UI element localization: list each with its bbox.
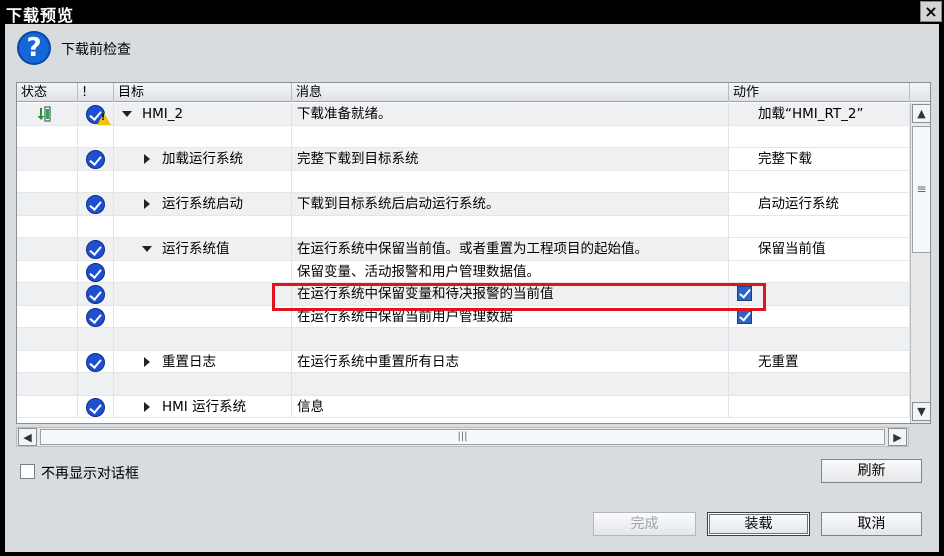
horizontal-scrollbar[interactable]: ◀ ||| ▶	[16, 427, 909, 447]
scroll-right-icon[interactable]: ▶	[888, 428, 907, 446]
table-row[interactable]: 在运行系统中保留变量和待决报警的当前值	[17, 283, 910, 306]
action-value[interactable]: 加载“HMI_RT_2”	[729, 106, 864, 122]
table-row	[17, 328, 910, 351]
message-text: 在运行系统中重置所有日志	[297, 353, 459, 370]
ok-check-icon	[86, 150, 105, 169]
column-header-action[interactable]: 动作	[729, 83, 910, 102]
action-value[interactable]: 完整下载	[729, 151, 812, 167]
target-label: HMI_2	[142, 106, 184, 122]
vertical-scroll-thumb[interactable]: ≡	[912, 126, 930, 253]
table-header: 状态 ! 目标 消息 动作	[17, 83, 930, 102]
message-text: 下载到目标系统后启动运行系统。	[297, 196, 500, 212]
table-row[interactable]: 重置日志 在运行系统中重置所有日志 无重置	[17, 350, 910, 373]
table-rows: ! HMI_2 下载准备就绪。 加载“HMI_RT_2” 加载运行系统 完整下载…	[17, 103, 910, 423]
ok-check-icon	[86, 240, 105, 259]
scroll-up-icon[interactable]: ▲	[912, 104, 930, 123]
cancel-button[interactable]: 取消	[821, 512, 922, 536]
message-text: 信息	[297, 398, 324, 415]
check-table: 状态 ! 目标 消息 动作 ! HMI_2 下载准备就绪。 加载“HMI_RT_…	[16, 82, 931, 424]
download-status-icon	[37, 106, 51, 122]
ok-check-icon	[86, 307, 105, 327]
window-title: 下载预览	[6, 6, 75, 25]
table-row	[17, 125, 910, 148]
retain-tags-alarms-checkbox[interactable]	[737, 286, 752, 301]
retain-user-data-checkbox[interactable]	[737, 308, 752, 324]
target-label: 运行系统启动	[162, 196, 243, 212]
finish-button[interactable]: 完成	[593, 512, 696, 536]
message-text: 在运行系统中保留变量和待决报警的当前值	[297, 286, 554, 302]
dont-show-again-label: 不再显示对话框	[41, 466, 139, 482]
table-row	[17, 373, 910, 396]
expand-arrow-icon[interactable]	[144, 356, 150, 367]
action-value[interactable]: 启动运行系统	[729, 196, 839, 212]
scroll-down-icon[interactable]: ▼	[912, 402, 930, 421]
scroll-left-icon[interactable]: ◀	[18, 428, 37, 446]
target-label: 运行系统值	[162, 241, 230, 257]
action-value[interactable]	[729, 399, 758, 415]
column-header-message[interactable]: 消息	[292, 83, 729, 102]
table-row: 保留变量、活动报警和用户管理数据值。	[17, 260, 910, 283]
expand-arrow-icon[interactable]	[144, 401, 150, 412]
ok-check-icon	[86, 262, 105, 282]
target-label: 加载运行系统	[162, 151, 243, 167]
table-row[interactable]: 加载运行系统 完整下载到目标系统 完整下载	[17, 148, 910, 171]
table-row	[17, 215, 910, 238]
action-value[interactable]: 无重置	[729, 354, 799, 370]
ok-check-icon	[86, 352, 105, 372]
refresh-button[interactable]: 刷新	[821, 459, 922, 483]
message-text: 在运行系统中保留当前值。或者重置为工程项目的起始值。	[297, 241, 648, 257]
table-row[interactable]: 在运行系统中保留当前用户管理数据	[17, 305, 910, 328]
message-text: 在运行系统中保留当前用户管理数据	[297, 308, 513, 325]
ok-check-icon	[86, 397, 105, 417]
expand-arrow-icon[interactable]	[144, 154, 150, 164]
collapse-arrow-icon[interactable]	[142, 246, 152, 252]
load-button[interactable]: 装载	[707, 512, 810, 536]
column-header-status[interactable]: 状态	[17, 83, 78, 102]
ok-check-icon	[86, 285, 105, 304]
title-bar[interactable]: 下载预览 ×	[0, 0, 944, 25]
table-row[interactable]: ! HMI_2 下载准备就绪。 加载“HMI_RT_2”	[17, 103, 910, 126]
message-text: 下载准备就绪。	[297, 106, 392, 122]
target-label: HMI 运行系统	[162, 398, 247, 415]
dont-show-again-checkbox[interactable]	[20, 464, 35, 479]
column-header-target[interactable]: 目标	[114, 83, 292, 102]
target-label: 重置日志	[162, 353, 216, 370]
action-value[interactable]: 保留当前值	[729, 241, 826, 257]
expand-arrow-icon[interactable]	[144, 199, 150, 209]
message-text: 保留变量、活动报警和用户管理数据值。	[297, 263, 540, 280]
vertical-scrollbar[interactable]: ▲ ≡ ▼	[910, 103, 930, 423]
table-row[interactable]: 运行系统值 在运行系统中保留当前值。或者重置为工程项目的起始值。 保留当前值	[17, 238, 910, 261]
column-header-bang[interactable]: !	[78, 83, 114, 102]
table-row[interactable]: 运行系统启动 下载到目标系统后启动运行系统。 启动运行系统	[17, 193, 910, 216]
message-text: 完整下载到目标系统	[297, 151, 419, 167]
collapse-arrow-icon[interactable]	[122, 111, 132, 117]
question-icon: ?	[17, 31, 51, 65]
close-button[interactable]: ×	[920, 1, 942, 22]
table-row[interactable]: HMI 运行系统 信息	[17, 395, 910, 418]
dialog-body: ? 下载前检查 状态 ! 目标 消息 动作 ! HMI_2 下载准备就绪。 加载…	[5, 24, 939, 552]
download-preview-window: 下载预览 × ? 下载前检查 状态 ! 目标 消息 动作 ! HMI_2 下载准…	[0, 0, 944, 556]
section-title: 下载前检查	[61, 42, 131, 58]
table-row	[17, 170, 910, 193]
ok-check-icon	[86, 195, 105, 214]
horizontal-scroll-thumb[interactable]: |||	[40, 429, 885, 445]
